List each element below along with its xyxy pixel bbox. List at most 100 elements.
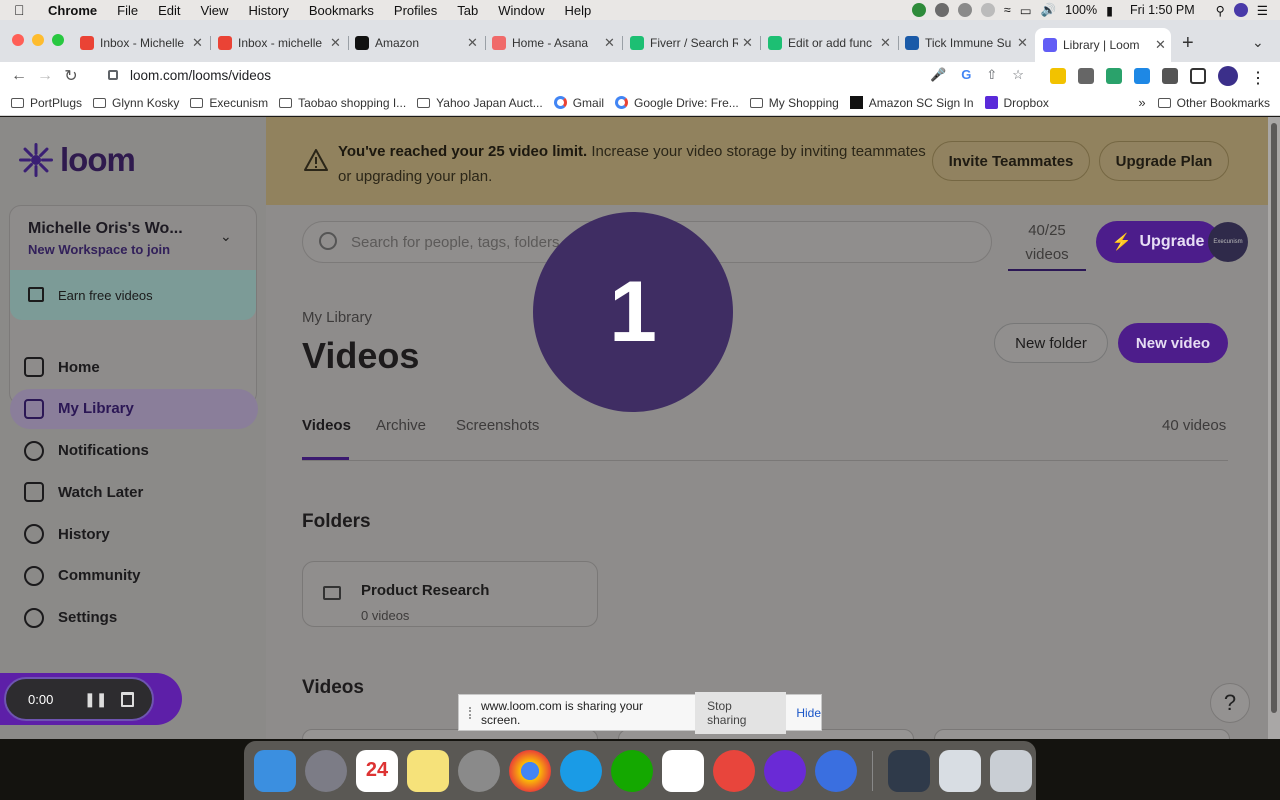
notes-icon[interactable] bbox=[407, 749, 449, 792]
clock[interactable]: Fri 1:50 PM bbox=[1130, 3, 1195, 17]
extension-edit-icon[interactable] bbox=[1078, 68, 1094, 84]
nav-watch-later[interactable]: Watch Later bbox=[10, 472, 258, 512]
tab-search-icon[interactable]: ⌄ bbox=[1252, 34, 1264, 51]
download-icon[interactable] bbox=[1106, 68, 1122, 84]
spotlight-icon[interactable]: ⚲ bbox=[1216, 3, 1225, 18]
menu-profiles[interactable]: Profiles bbox=[394, 3, 437, 18]
earn-free-videos-button[interactable]: Earn free videos bbox=[10, 270, 256, 320]
upwork-icon[interactable] bbox=[611, 749, 653, 792]
airplay-icon[interactable]: ▭ bbox=[1020, 3, 1032, 18]
browser-tab[interactable]: Home - Asana ✕ bbox=[492, 28, 623, 58]
chevron-down-icon[interactable]: ⌄ bbox=[220, 228, 232, 245]
browser-tab[interactable]: Edit or add func ✕ bbox=[768, 28, 899, 58]
page-scrollbar[interactable] bbox=[1268, 117, 1280, 739]
breadcrumb[interactable]: My Library bbox=[302, 309, 372, 326]
launchpad-icon[interactable] bbox=[305, 749, 347, 792]
volume-icon[interactable]: 🔊 bbox=[1041, 3, 1057, 18]
chrome-icon[interactable] bbox=[509, 749, 551, 792]
nav-notifications[interactable]: Notifications bbox=[10, 431, 258, 471]
control-center-icon[interactable]: ☰ bbox=[1257, 3, 1268, 18]
bookmark-link[interactable]: Dropbox bbox=[984, 96, 1049, 110]
hide-button[interactable]: Hide bbox=[796, 706, 821, 720]
browser-tab[interactable]: Fiverr / Search R ✕ bbox=[630, 28, 761, 58]
reload-icon[interactable]: ↻ bbox=[58, 66, 84, 86]
wifi-icon[interactable]: ≈ bbox=[1004, 3, 1011, 17]
bookmark-folder[interactable]: Taobao shopping I... bbox=[279, 96, 406, 110]
finder-icon[interactable] bbox=[254, 749, 296, 792]
menu-edit[interactable]: Edit bbox=[158, 3, 180, 18]
bookmark-folder[interactable]: Execunism bbox=[190, 96, 268, 110]
menu-window[interactable]: Window bbox=[498, 3, 544, 18]
profile-avatar-icon[interactable] bbox=[1218, 66, 1238, 86]
url-text[interactable]: loom.com/looms/videos bbox=[130, 68, 271, 83]
tab-close-icon[interactable]: ✕ bbox=[604, 35, 615, 51]
skype-icon[interactable] bbox=[560, 749, 602, 792]
recent-window-icon[interactable] bbox=[888, 749, 930, 792]
video-card[interactable] bbox=[934, 729, 1230, 739]
tab-close-icon[interactable]: ✕ bbox=[192, 35, 203, 51]
side-panel-icon[interactable] bbox=[1190, 68, 1206, 84]
apple-icon[interactable]:  bbox=[14, 2, 30, 18]
close-window-icon[interactable] bbox=[12, 34, 24, 46]
system-preferences-icon[interactable] bbox=[458, 749, 500, 792]
google-lens-icon[interactable]: G bbox=[961, 67, 971, 83]
grammarly-icon[interactable] bbox=[911, 3, 926, 17]
extension-blue-icon[interactable] bbox=[1134, 68, 1150, 84]
extension-yellow-icon[interactable] bbox=[1050, 68, 1066, 84]
tab-close-icon[interactable]: ✕ bbox=[330, 35, 341, 51]
tab-close-icon[interactable]: ✕ bbox=[1155, 37, 1166, 53]
menu-bookmarks[interactable]: Bookmarks bbox=[309, 3, 374, 18]
siri-icon[interactable] bbox=[1233, 3, 1248, 17]
bookmark-star-icon[interactable]: ☆ bbox=[1012, 67, 1024, 83]
nav-home[interactable]: Home bbox=[10, 347, 258, 387]
minimize-window-icon[interactable] bbox=[32, 34, 44, 46]
bookmark-folder[interactable]: Yahoo Japan Auct... bbox=[417, 96, 543, 110]
slack-icon[interactable] bbox=[662, 749, 704, 792]
tab-close-icon[interactable]: ✕ bbox=[880, 35, 891, 51]
nav-settings[interactable]: Settings bbox=[10, 598, 258, 638]
back-icon[interactable]: ← bbox=[6, 67, 32, 85]
zoom-window-icon[interactable] bbox=[52, 34, 64, 46]
microphone-icon[interactable]: 🎤 bbox=[930, 67, 946, 83]
address-bar[interactable]: loom.com/looms/videos bbox=[100, 63, 1040, 87]
other-bookmarks[interactable]: Other Bookmarks bbox=[1157, 96, 1270, 110]
bluetooth-icon[interactable] bbox=[980, 3, 995, 17]
pause-icon[interactable]: ❚❚ bbox=[84, 691, 107, 708]
bookmark-folder[interactable]: Glynn Kosky bbox=[93, 96, 179, 110]
screen-record-icon[interactable] bbox=[957, 3, 972, 17]
folder-card[interactable]: Product Research 0 videos bbox=[302, 561, 598, 627]
tab-screenshots[interactable]: Screenshots bbox=[456, 417, 539, 434]
scrollbar-thumb[interactable] bbox=[1271, 123, 1277, 713]
new-folder-button[interactable]: New folder bbox=[994, 323, 1108, 363]
tab-close-icon[interactable]: ✕ bbox=[742, 35, 753, 51]
new-tab-button[interactable]: + bbox=[1182, 32, 1194, 55]
menu-app-name[interactable]: Chrome bbox=[48, 3, 97, 18]
new-video-button[interactable]: New video bbox=[1118, 323, 1228, 363]
invite-teammates-button[interactable]: Invite Teammates bbox=[932, 141, 1090, 181]
menu-tab[interactable]: Tab bbox=[457, 3, 478, 18]
browser-tab[interactable]: Library | Loom ✕ bbox=[1035, 28, 1171, 62]
drag-handle-icon[interactable] bbox=[469, 706, 473, 719]
upgrade-button[interactable]: ⚡ Upgrade bbox=[1096, 221, 1220, 263]
menu-help[interactable]: Help bbox=[565, 3, 592, 18]
bookmark-link[interactable]: Amazon SC Sign In bbox=[849, 96, 974, 110]
browser-tab[interactable]: Inbox - michelle ✕ bbox=[218, 28, 349, 58]
lock-icon[interactable] bbox=[108, 70, 118, 80]
battery-icon[interactable]: ▮ bbox=[1106, 3, 1113, 18]
bookmark-link[interactable]: Gmail bbox=[553, 96, 604, 110]
bookmark-folder[interactable]: My Shopping bbox=[749, 96, 839, 110]
trash-bin-icon[interactable] bbox=[990, 749, 1032, 792]
menu-view[interactable]: View bbox=[200, 3, 228, 18]
loom-logo[interactable]: loom bbox=[18, 141, 136, 179]
help-button[interactable]: ? bbox=[1210, 683, 1250, 723]
recent-document-icon[interactable] bbox=[939, 749, 981, 792]
video-count-indicator[interactable]: 40/25 videos bbox=[1008, 219, 1086, 271]
menu-file[interactable]: File bbox=[117, 3, 138, 18]
stop-sharing-button[interactable]: Stop sharing bbox=[695, 691, 787, 734]
join-workspace-link[interactable]: New Workspace to join bbox=[28, 242, 170, 257]
bookmark-folder[interactable]: PortPlugs bbox=[11, 96, 82, 110]
forward-icon[interactable]: → bbox=[32, 67, 58, 85]
menu-history[interactable]: History bbox=[248, 3, 288, 18]
share-icon[interactable]: ⇧ bbox=[986, 67, 997, 83]
browser-tab[interactable]: Inbox - Michelle ✕ bbox=[80, 28, 211, 58]
